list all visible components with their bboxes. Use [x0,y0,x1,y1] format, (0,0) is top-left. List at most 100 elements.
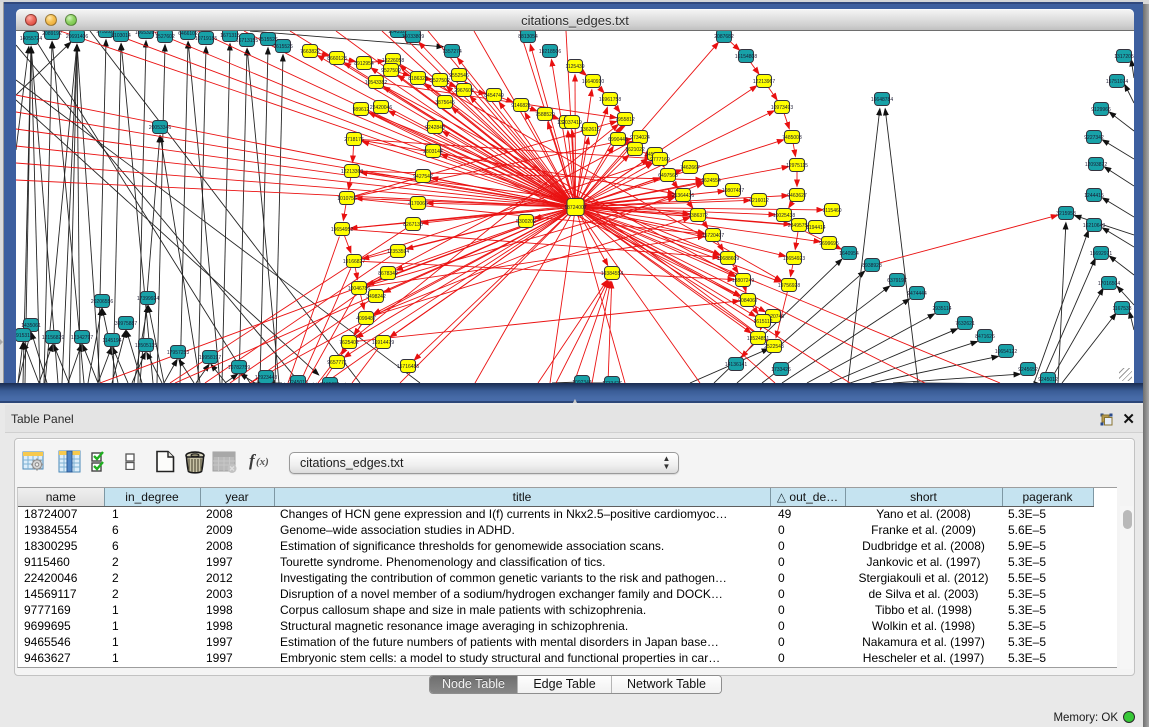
svg-text:12093872: 12093872 [1085,162,1107,168]
svg-text:8813054: 8813054 [518,34,538,40]
svg-text:5300202: 5300202 [516,219,536,225]
svg-text:7625402: 7625402 [339,340,359,346]
svg-text:6990448: 6990448 [608,137,628,143]
svg-text:12342797: 12342797 [71,335,93,341]
svg-text:13654923: 13654923 [783,256,805,262]
svg-text:10025438: 10025438 [773,213,795,219]
svg-text:16033809: 16033809 [402,34,424,40]
svg-text:12975115: 12975115 [786,163,808,169]
svg-text:19384554: 19384554 [601,271,623,277]
svg-text:7663822: 7663822 [300,49,320,55]
svg-text:10653267: 10653267 [135,31,157,36]
svg-text:9129966: 9129966 [1091,107,1111,113]
svg-text:20691406: 20691406 [66,34,88,40]
svg-text:15751074: 15751074 [1106,79,1128,85]
svg-text:6379197: 6379197 [887,278,907,284]
svg-text:14136141: 14136141 [725,362,747,368]
svg-text:9657771: 9657771 [327,360,347,366]
svg-text:9227342: 9227342 [1084,135,1104,141]
svg-text:8678342: 8678342 [378,271,398,277]
svg-text:19218506: 19218506 [539,49,561,55]
svg-text:16961758: 16961758 [599,97,621,103]
svg-text:20053346: 20053346 [149,125,171,131]
svg-text:3915312: 3915312 [16,333,33,339]
svg-text:3215958: 3215958 [1056,211,1076,217]
svg-text:1362615: 1362615 [580,127,600,133]
svg-text:8454749: 8454749 [484,93,504,99]
svg-text:13226058: 13226058 [382,58,404,64]
svg-text:16713155: 16713155 [236,38,258,44]
svg-text:20206556: 20206556 [91,299,113,305]
svg-text:2935114: 2935114 [932,306,951,312]
svg-text:19166827: 19166827 [343,259,365,265]
svg-text:3875645: 3875645 [435,100,455,106]
svg-text:1615112: 1615112 [753,319,772,325]
svg-text:16640910: 16640910 [582,79,604,85]
svg-text:2087682: 2087682 [714,34,734,40]
svg-text:2522543: 2522543 [764,344,784,350]
svg-text:12156829: 12156829 [42,335,64,341]
svg-text:1145194: 1145194 [102,338,121,344]
svg-text:1621022: 1621022 [625,147,645,153]
svg-text:12353594: 12353594 [387,249,409,255]
svg-text:9242848: 9242848 [425,125,445,131]
svg-text:13524851: 13524851 [747,336,769,342]
svg-text:9146821: 9146821 [511,103,531,109]
svg-text:6497568: 6497568 [658,173,678,179]
svg-text:7515526: 7515526 [258,37,278,43]
svg-text:18724007: 18724007 [564,205,586,211]
svg-text:9084067: 9084067 [738,298,758,304]
svg-text:9527509: 9527509 [381,68,401,74]
svg-text:8103014: 8103014 [111,33,131,39]
svg-text:10046786: 10046786 [348,286,370,292]
svg-text:15720407: 15720407 [702,233,724,239]
svg-text:16210643: 16210643 [1083,223,1105,229]
svg-text:10688609: 10688609 [717,256,739,262]
svg-text:19958197: 19958197 [199,355,221,361]
svg-text:12213967: 12213967 [753,79,775,85]
svg-text:1167533: 1167533 [1112,306,1131,312]
svg-text:9777169: 9777169 [650,157,670,163]
svg-text:22420046: 22420046 [370,105,392,111]
svg-text:8471626: 8471626 [975,334,995,340]
svg-text:9245652: 9245652 [1018,367,1038,373]
svg-text:989612: 989612 [353,107,370,113]
svg-text:13505135: 13505135 [135,343,157,349]
svg-text:7462667: 7462667 [680,165,700,171]
svg-text:1125439: 1125439 [565,64,584,70]
svg-text:15716485: 15716485 [397,364,419,370]
svg-text:16648784: 16648784 [871,97,893,103]
svg-text:2037419: 2037419 [562,120,582,126]
svg-text:6216012: 6216012 [749,198,769,204]
svg-text:9115460: 9115460 [822,208,841,214]
svg-text:1527602: 1527602 [155,34,175,40]
svg-text:8660123: 8660123 [327,56,347,62]
svg-text:19654952: 19654952 [331,227,353,233]
svg-text:1317205: 1317205 [1114,54,1134,60]
svg-text:9245012: 9245012 [1038,377,1058,383]
svg-text:1733426: 1733426 [771,367,791,373]
svg-text:10973493: 10973493 [771,105,793,111]
svg-text:4170065: 4170065 [408,201,428,207]
svg-text:7632621: 7632621 [955,321,975,327]
svg-text:10543382: 10543382 [365,80,387,86]
svg-text:9427542: 9427542 [413,174,433,180]
svg-text:15692971: 15692971 [1090,251,1112,257]
svg-text:8912954: 8912954 [354,61,374,67]
svg-text:4099487: 4099487 [356,316,376,322]
svg-text:12923448: 12923448 [255,375,277,381]
svg-text:9527502: 9527502 [430,78,450,84]
svg-text:10782759: 10782759 [228,365,250,371]
svg-text:17016504: 17016504 [1098,281,1120,287]
svg-text:1244415: 1244415 [1084,193,1104,199]
svg-text:8186323: 8186323 [408,76,428,82]
svg-text:9463627: 9463627 [787,193,807,199]
svg-text:18807249: 18807249 [732,278,754,284]
svg-text:8267130: 8267130 [403,222,423,228]
svg-text:1010755: 1010755 [337,196,357,202]
svg-text:17399924: 17399924 [137,296,159,302]
svg-text:2718176: 2718176 [344,137,364,143]
svg-text:9474444: 9474444 [907,291,927,297]
svg-text:2967608: 2967608 [454,88,474,94]
svg-text:1640954: 1640954 [839,251,859,257]
